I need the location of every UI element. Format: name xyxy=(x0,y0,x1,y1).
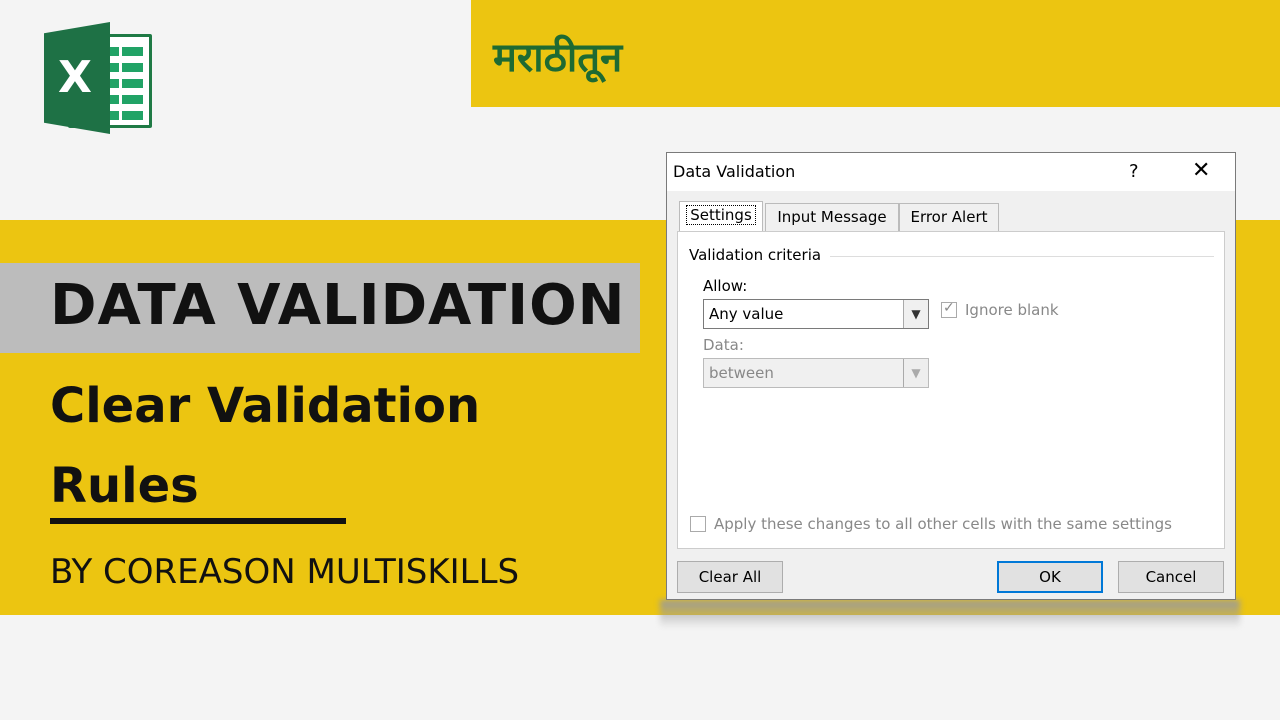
main-title: DATA VALIDATION xyxy=(50,273,626,338)
marathi-banner: मराठीतून xyxy=(471,0,1280,107)
marathi-label: मराठीतून xyxy=(493,35,623,81)
dialog-titlebar: Data Validation ? ✕ xyxy=(667,153,1235,191)
apply-all-label: Apply these changes to all other cells w… xyxy=(714,515,1172,533)
tab-input-message[interactable]: Input Message xyxy=(765,203,899,231)
allow-label: Allow: xyxy=(703,277,748,295)
byline: BY COREASON MULTISKILLS xyxy=(50,552,520,592)
allow-value: Any value xyxy=(709,305,784,323)
settings-panel: Validation criteria Allow: Any value ▼ I… xyxy=(677,231,1225,549)
title-box: DATA VALIDATION xyxy=(0,263,640,353)
ignore-blank-checkbox[interactable] xyxy=(941,300,957,318)
dialog-title: Data Validation xyxy=(673,162,796,181)
data-validation-dialog: Data Validation ? ✕ Settings Input Messa… xyxy=(666,152,1236,600)
apply-all-checkbox[interactable] xyxy=(690,516,706,532)
tab-settings-label: Settings xyxy=(686,205,756,225)
chevron-down-icon[interactable]: ▼ xyxy=(903,300,928,328)
close-button[interactable]: ✕ xyxy=(1192,158,1210,183)
excel-x-letter: X xyxy=(58,52,92,103)
subtitle: Clear Validation Rules xyxy=(50,378,481,514)
allow-select[interactable]: Any value ▼ xyxy=(703,299,929,329)
data-label: Data: xyxy=(703,336,744,354)
ok-button[interactable]: OK xyxy=(997,561,1103,593)
excel-logo: X xyxy=(44,22,154,134)
data-value: between xyxy=(709,364,774,382)
tab-input-message-label: Input Message xyxy=(777,208,887,226)
dialog-shadow xyxy=(660,600,1240,628)
validation-criteria-label: Validation criteria xyxy=(689,246,822,264)
section-divider xyxy=(830,256,1214,257)
clear-all-button[interactable]: Clear All xyxy=(677,561,783,593)
ignore-blank-label: Ignore blank xyxy=(965,301,1059,319)
cancel-button[interactable]: Cancel xyxy=(1118,561,1224,593)
help-button[interactable]: ? xyxy=(1129,161,1139,182)
chevron-down-icon[interactable]: ▼ xyxy=(903,359,928,387)
title-underline xyxy=(50,518,346,524)
tab-error-alert-label: Error Alert xyxy=(910,208,988,226)
tab-settings[interactable]: Settings xyxy=(679,201,763,231)
data-select[interactable]: between ▼ xyxy=(703,358,929,388)
tab-error-alert[interactable]: Error Alert xyxy=(899,203,999,231)
